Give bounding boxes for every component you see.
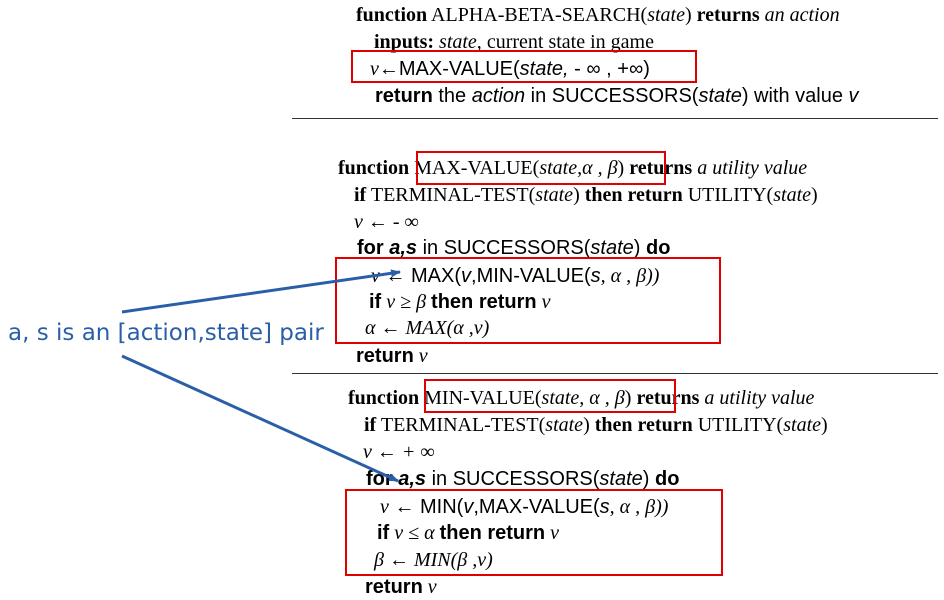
- annotation-arrows: [121, 269, 401, 483]
- arrow-to-min-for: [121, 354, 399, 483]
- arrow-to-max-for: [121, 269, 401, 314]
